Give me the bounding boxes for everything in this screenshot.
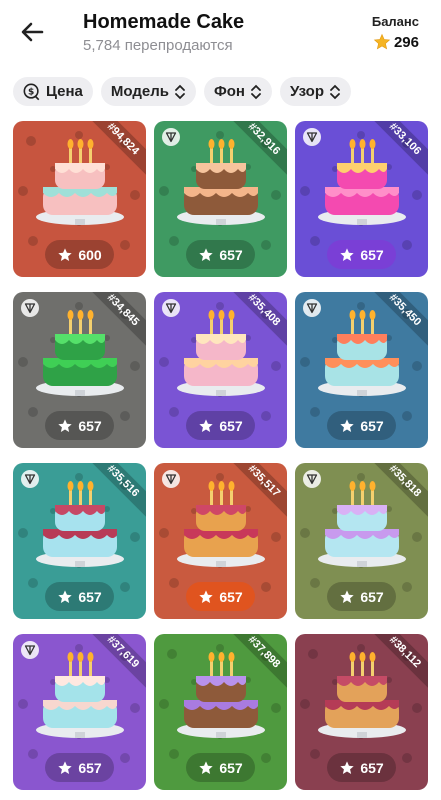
price-value: 657: [219, 759, 243, 776]
gift-card[interactable]: #94,824 600: [13, 121, 146, 277]
price-value: 657: [78, 759, 102, 776]
ton-icon: [162, 128, 180, 146]
page-title: Homemade Cake: [83, 11, 245, 33]
svg-text:$: $: [28, 87, 34, 97]
filter-price[interactable]: $ Цена: [13, 77, 93, 106]
cake-image: [177, 139, 265, 225]
balance[interactable]: 296: [373, 33, 419, 51]
filter-bar: $ Цена Модель Фон Узор: [13, 77, 351, 106]
price-value: 657: [78, 588, 102, 605]
star-icon: [340, 589, 354, 603]
gift-card[interactable]: #35,517 657: [154, 463, 287, 619]
filter-background[interactable]: Фон: [203, 77, 272, 106]
star-icon: [58, 760, 72, 774]
gift-card[interactable]: #37,619 657: [13, 634, 146, 790]
filter-pattern-label: Узор: [290, 83, 324, 100]
gift-card[interactable]: #35,516 657: [13, 463, 146, 619]
gift-card[interactable]: #38,112 657: [295, 634, 428, 790]
star-icon: [58, 589, 72, 603]
ton-icon: [21, 470, 39, 488]
price-value: 657: [360, 759, 384, 776]
ton-icon: [162, 470, 180, 488]
star-icon: [340, 418, 354, 432]
price-button[interactable]: 657: [45, 411, 114, 440]
price-button[interactable]: 600: [45, 240, 114, 269]
gift-card[interactable]: #37,898 657: [154, 634, 287, 790]
cake-image: [318, 310, 406, 396]
price-sort-icon: $: [23, 83, 40, 100]
price-value: 657: [219, 588, 243, 605]
star-icon: [199, 760, 213, 774]
gift-card[interactable]: #35,450 657: [295, 292, 428, 448]
filter-model-label: Модель: [110, 83, 169, 100]
chevron-updown-icon: [175, 84, 185, 99]
price-button[interactable]: 657: [45, 582, 114, 611]
ton-icon: [303, 128, 321, 146]
cake-image: [318, 139, 406, 225]
price-button[interactable]: 657: [186, 582, 255, 611]
gift-card[interactable]: #32,916 657: [154, 121, 287, 277]
gift-card[interactable]: #35,408 657: [154, 292, 287, 448]
cake-image: [36, 139, 124, 225]
star-icon: [340, 760, 354, 774]
cake-image: [36, 652, 124, 738]
star-icon: [199, 418, 213, 432]
ton-icon: [162, 299, 180, 317]
price-button[interactable]: 657: [186, 753, 255, 782]
filter-pattern[interactable]: Узор: [280, 77, 351, 106]
cake-image: [318, 481, 406, 567]
chevron-updown-icon: [330, 84, 340, 99]
cake-image: [36, 310, 124, 396]
cake-image: [177, 310, 265, 396]
ton-icon: [21, 641, 39, 659]
price-value: 657: [219, 246, 243, 263]
filter-background-label: Фон: [213, 83, 245, 100]
ton-icon: [303, 299, 321, 317]
price-button[interactable]: 657: [327, 240, 396, 269]
ton-icon: [303, 470, 321, 488]
balance-label: Баланс: [371, 14, 419, 29]
back-arrow-icon[interactable]: [18, 18, 46, 46]
star-icon: [58, 418, 72, 432]
cake-image: [177, 652, 265, 738]
gift-card[interactable]: #35,818 657: [295, 463, 428, 619]
header: Homemade Cake 5,784 перепродаются Баланс…: [0, 0, 441, 68]
gift-card[interactable]: #34,845 657: [13, 292, 146, 448]
price-value: 657: [360, 417, 384, 434]
price-value: 657: [219, 417, 243, 434]
filter-price-label: Цена: [46, 83, 83, 100]
star-icon: [199, 247, 213, 261]
star-icon: [340, 247, 354, 261]
price-button[interactable]: 657: [186, 411, 255, 440]
cake-image: [177, 481, 265, 567]
filter-model[interactable]: Модель: [100, 77, 196, 106]
star-icon: [199, 589, 213, 603]
price-button[interactable]: 657: [327, 582, 396, 611]
resale-count: 5,784 перепродаются: [83, 37, 233, 54]
price-button[interactable]: 657: [327, 753, 396, 782]
price-value: 657: [360, 246, 384, 263]
price-value: 600: [78, 246, 102, 263]
star-icon: [58, 247, 72, 261]
price-button[interactable]: 657: [186, 240, 255, 269]
chevron-updown-icon: [251, 84, 261, 99]
ton-icon: [21, 299, 39, 317]
cake-image: [36, 481, 124, 567]
star-icon: [373, 33, 391, 50]
price-button[interactable]: 657: [327, 411, 396, 440]
price-value: 657: [360, 588, 384, 605]
gift-card[interactable]: #33,106 657: [295, 121, 428, 277]
cake-image: [318, 652, 406, 738]
price-value: 657: [78, 417, 102, 434]
balance-value: 296: [393, 33, 419, 51]
price-button[interactable]: 657: [45, 753, 114, 782]
